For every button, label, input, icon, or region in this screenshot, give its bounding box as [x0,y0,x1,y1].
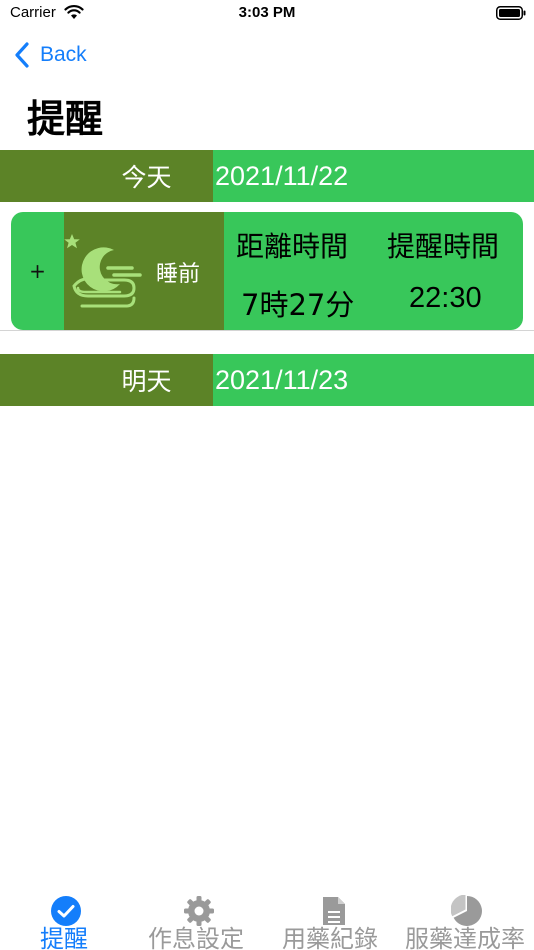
tab-label: 作息設定 [148,925,244,950]
tab-adherence-rate[interactable]: 服藥達成率 [405,890,531,950]
tab-bar: 提醒 作息設定 用藥紀錄 服藥達成率 [0,890,534,950]
day-label: 今天 [0,150,213,202]
distance-value: 7時27分 [241,288,355,322]
page-title: 提醒 [27,97,104,141]
status-time: 3:03 PM [238,4,296,21]
tab-reminder[interactable]: 提醒 [40,890,96,950]
divider [0,330,534,331]
day-header-today: 今天 2021/11/22 [0,150,534,202]
reminder-card[interactable]: + 睡前 距離時間 提醒時間 7時27分 22:30 [11,212,523,330]
back-label: Back [40,43,87,66]
status-bar: Carrier 3:03 PM [0,0,534,28]
day-header-tomorrow: 明天 2021/11/23 [0,354,534,406]
add-button[interactable]: + [11,212,64,330]
slot-label: 睡前 [156,262,201,287]
back-button[interactable]: Back [14,40,87,70]
distance-header: 距離時間 [236,230,349,263]
tab-label: 服藥達成率 [405,925,525,950]
day-label: 明天 [0,354,213,406]
tab-label: 用藥紀錄 [282,925,378,950]
battery-icon [496,6,526,20]
day-date: 2021/11/22 [213,150,534,202]
reminder-slot: 睡前 [64,212,224,330]
tab-schedule-settings[interactable]: 作息設定 [148,890,252,950]
tab-label: 提醒 [40,925,88,950]
chevron-left-icon [15,42,29,68]
reminder-time-value: 22:30 [409,282,482,314]
day-date: 2021/11/23 [213,354,534,406]
reminder-time-header: 提醒時間 [387,230,500,263]
tab-medication-log[interactable]: 用藥紀錄 [282,890,386,950]
moon-icon [64,234,142,308]
